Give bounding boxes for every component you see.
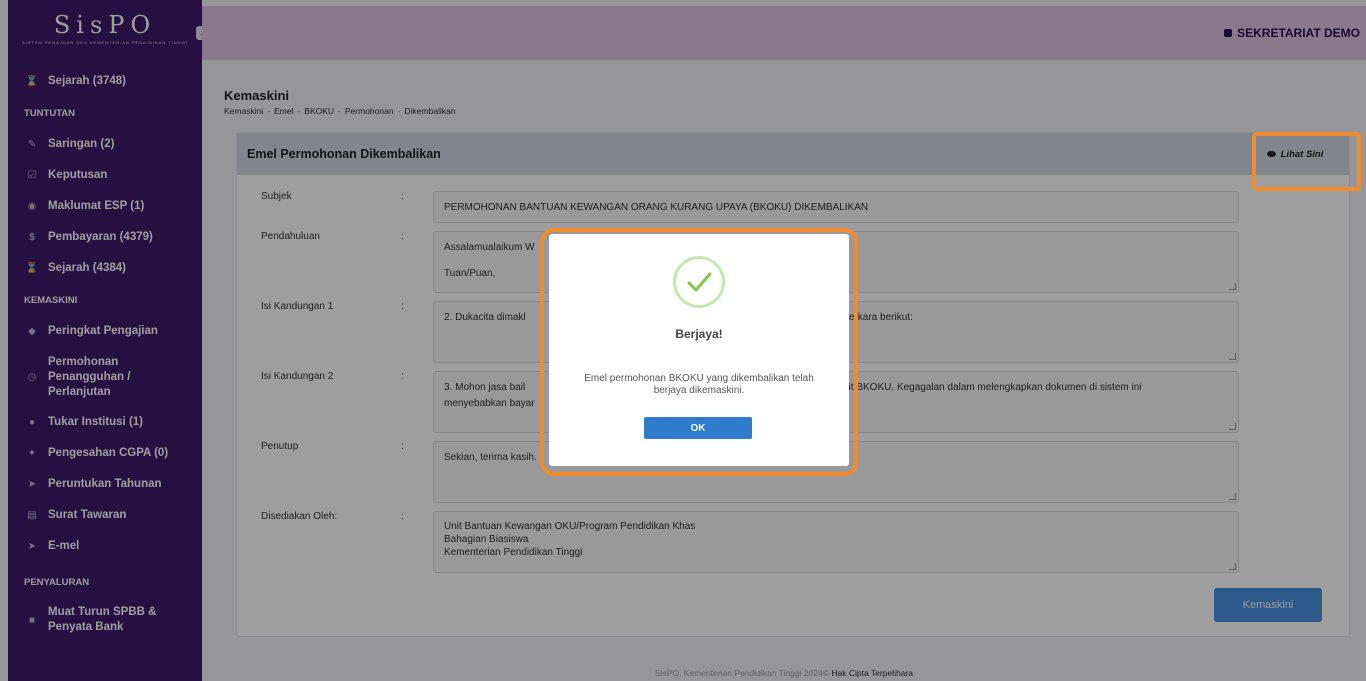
success-check-icon	[673, 256, 725, 308]
ok-button[interactable]: OK	[644, 417, 752, 439]
dialog-message: Emel permohonan BKOKU yang dikembalikan …	[584, 373, 814, 396]
dialog-title: Berjaya!	[675, 327, 723, 341]
success-dialog: Berjaya! Emel permohonan BKOKU yang dike…	[549, 234, 849, 466]
highlight-view-button	[1252, 132, 1361, 191]
